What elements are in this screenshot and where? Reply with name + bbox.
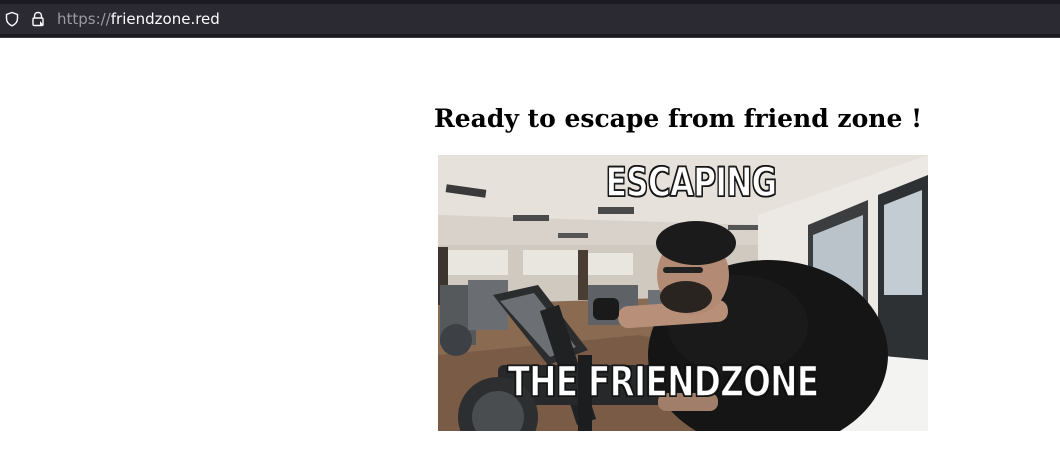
- url-bar[interactable]: https://friendzone.red: [0, 4, 1060, 34]
- gif-caption-bottom: THE FRIENDZONE: [507, 357, 820, 406]
- page-content: Ready to escape from friend zone ! ESCAP…: [0, 39, 1060, 469]
- escaping-friendzone-gif: ESCAPING THE FRIENDZONE: [438, 155, 928, 431]
- url-scheme: https://: [57, 10, 111, 28]
- page-heading: Ready to escape from friend zone !: [433, 104, 923, 133]
- url-text[interactable]: https://friendzone.red: [57, 10, 220, 28]
- browser-toolbar: https://friendzone.red: [0, 0, 1060, 38]
- lock-icon[interactable]: [30, 11, 46, 27]
- shield-icon[interactable]: [4, 11, 20, 27]
- url-host: friendzone.red: [110, 10, 220, 28]
- gif-caption-top: ESCAPING: [605, 160, 778, 206]
